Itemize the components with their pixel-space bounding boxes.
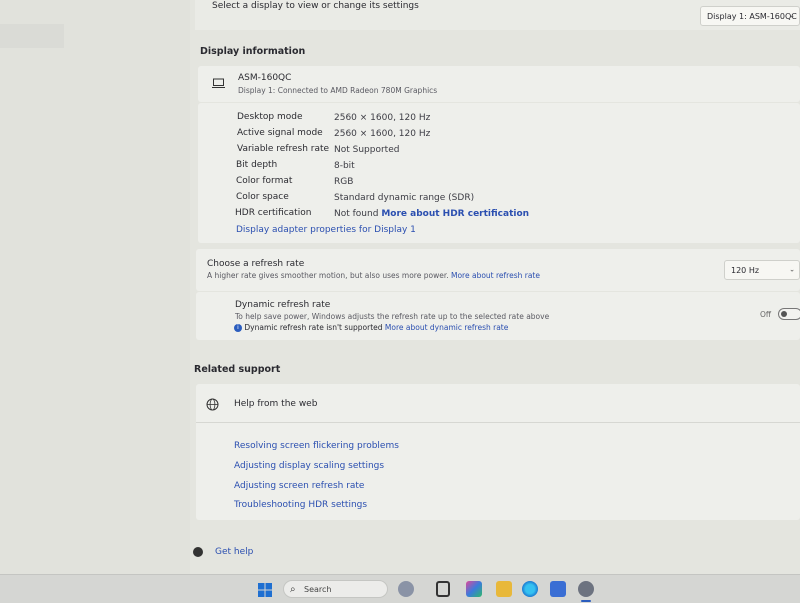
help-from-web-card: Help from the web Resolving screen flick… xyxy=(196,384,800,520)
related-support-heading: Related support xyxy=(194,364,281,375)
search-icon: ⌕ xyxy=(290,584,296,595)
detail-label-desktop-mode: Desktop mode xyxy=(237,112,303,122)
file-explorer-icon[interactable] xyxy=(496,581,512,597)
dynamic-refresh-toggle-label: Off xyxy=(760,310,772,319)
hdr-more-link[interactable]: More about HDR certification xyxy=(381,209,529,219)
globe-icon xyxy=(206,398,219,411)
display-details-card: Desktop mode 2560 × 1600, 120 Hz Active … xyxy=(198,103,800,243)
display-select-prompt: Select a display to view or change its s… xyxy=(212,1,419,11)
edge-browser-icon[interactable] xyxy=(522,581,538,597)
detail-value-bit-depth: 8-bit xyxy=(334,161,355,171)
support-link-flickering[interactable]: Resolving screen flickering problems xyxy=(234,441,399,451)
refresh-rate-title: Choose a refresh rate xyxy=(207,259,305,269)
detail-label-bit-depth: Bit depth xyxy=(236,160,278,170)
taskbar-search-placeholder: Search xyxy=(304,584,332,594)
taskbar: ⌕ Search xyxy=(0,574,800,603)
detail-value-color-space: Standard dynamic range (SDR) xyxy=(334,193,475,203)
refresh-rate-desc-text: A higher rate gives smoother motion, but… xyxy=(207,271,449,280)
dynamic-refresh-title: Dynamic refresh rate xyxy=(235,300,331,310)
help-person-icon xyxy=(193,547,203,557)
detail-label-active-signal: Active signal mode xyxy=(237,128,323,138)
detail-value-active-signal: 2560 × 1600, 120 Hz xyxy=(334,129,431,139)
dynamic-refresh-toggle[interactable] xyxy=(778,308,800,320)
detail-label-color-space: Color space xyxy=(236,192,289,202)
monitor-name: ASM-160QC xyxy=(238,73,292,83)
dynamic-refresh-notice-text: Dynamic refresh rate isn't supported xyxy=(244,323,383,332)
hdr-value-text: Not found xyxy=(334,209,379,219)
detail-value-vrr: Not Supported xyxy=(334,145,400,155)
widgets-icon[interactable] xyxy=(398,581,414,597)
nav-highlight xyxy=(0,24,64,48)
copilot-icon[interactable] xyxy=(466,581,482,597)
detail-label-vrr: Variable refresh rate xyxy=(237,144,330,154)
info-icon: i xyxy=(234,324,242,332)
dynamic-refresh-desc: To help save power, Windows adjusts the … xyxy=(235,312,550,321)
start-button[interactable] xyxy=(258,582,272,597)
help-from-web-title[interactable]: Help from the web xyxy=(234,399,317,409)
monitor-connection: Display 1: Connected to AMD Radeon 780M … xyxy=(238,86,438,95)
detail-label-color-format: Color format xyxy=(236,176,293,186)
detail-label-hdr: HDR certification xyxy=(235,208,312,218)
get-help-link[interactable]: Get help xyxy=(193,547,253,557)
refresh-rate-value: 120 Hz xyxy=(731,265,760,275)
refresh-rate-more-link[interactable]: More about refresh rate xyxy=(451,271,540,280)
store-icon[interactable] xyxy=(550,581,566,597)
taskbar-search-box[interactable]: ⌕ Search xyxy=(283,580,388,598)
task-view-icon[interactable] xyxy=(436,581,450,597)
display-info-card: ASM-160QC Display 1: Connected to AMD Ra… xyxy=(198,66,800,102)
display-info-heading: Display information xyxy=(200,46,306,57)
display-select-value: Display 1: ASM-160QC xyxy=(707,11,797,21)
chevron-down-icon: ⌄ xyxy=(789,11,795,20)
help-card-divider xyxy=(196,422,800,423)
display-select-dropdown[interactable]: Display 1: ASM-160QC ⌄ xyxy=(700,6,800,26)
refresh-rate-dropdown[interactable]: 120 Hz ⌄ xyxy=(724,260,800,280)
refresh-rate-desc: A higher rate gives smoother motion, but… xyxy=(207,271,540,280)
display-adapter-link[interactable]: Display adapter properties for Display 1 xyxy=(236,225,416,235)
support-link-refresh-rate[interactable]: Adjusting screen refresh rate xyxy=(234,481,364,491)
detail-value-desktop-mode: 2560 × 1600, 120 Hz xyxy=(334,113,431,123)
dynamic-refresh-notice: i Dynamic refresh rate isn't supported M… xyxy=(234,323,508,332)
laptop-icon xyxy=(212,78,225,88)
dynamic-refresh-more-link[interactable]: More about dynamic refresh rate xyxy=(385,323,508,332)
detail-value-hdr: Not found More about HDR certification xyxy=(334,209,529,219)
detail-value-color-format: RGB xyxy=(334,177,354,187)
windows-logo-icon xyxy=(258,583,272,597)
toggle-knob xyxy=(781,311,787,317)
dynamic-refresh-card: Dynamic refresh rate To help save power,… xyxy=(196,292,800,340)
nav-pane-edge xyxy=(0,0,190,574)
get-help-label: Get help xyxy=(215,547,254,557)
chevron-down-icon: ⌄ xyxy=(789,265,795,274)
settings-gear-icon[interactable] xyxy=(578,581,594,597)
support-link-hdr[interactable]: Troubleshooting HDR settings xyxy=(234,500,367,510)
support-link-scaling[interactable]: Adjusting display scaling settings xyxy=(234,461,384,471)
refresh-rate-card: Choose a refresh rate A higher rate give… xyxy=(196,249,800,291)
